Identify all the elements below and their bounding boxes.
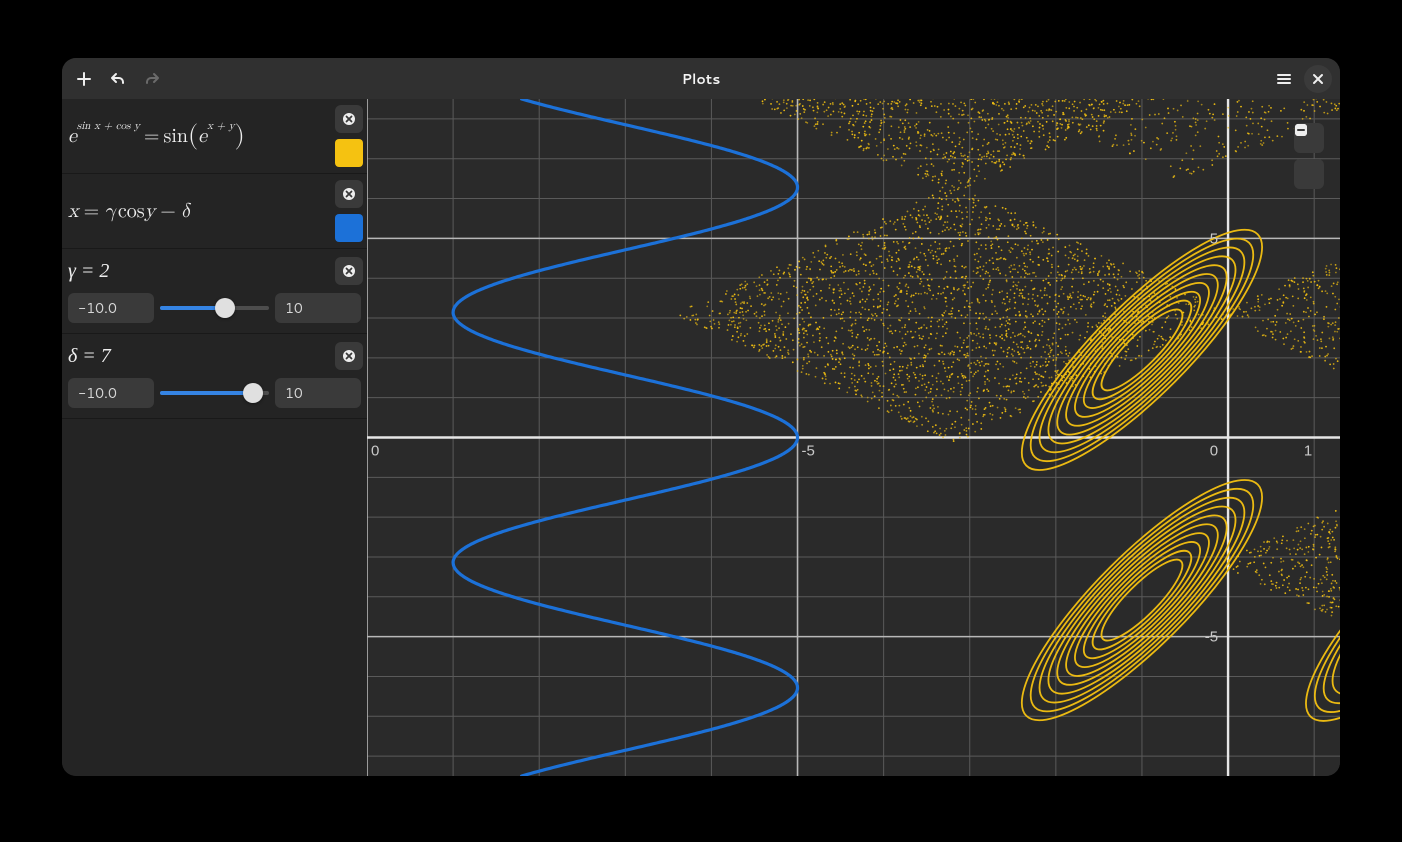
zoom-controls	[1294, 123, 1324, 189]
sidebar: esin x + cos y = sin(ex + y) x = γ cos y…	[62, 99, 367, 776]
slider-track[interactable]	[160, 296, 269, 320]
delete-slider-button[interactable]	[335, 342, 363, 370]
slider-max-input[interactable]: 10	[275, 378, 361, 408]
window-title: Plots	[62, 69, 1340, 89]
delete-equation-button[interactable]	[335, 105, 363, 133]
equation-display[interactable]: esin x + cos y = sin(ex + y)	[62, 99, 335, 173]
slider-row: γ = 2 -10.0 10	[62, 249, 367, 334]
slider-row: δ = 7 -10.0 10	[62, 334, 367, 419]
delete-slider-button[interactable]	[335, 257, 363, 285]
delete-equation-button[interactable]	[335, 180, 363, 208]
equation-row[interactable]: esin x + cos y = sin(ex + y)	[62, 99, 367, 174]
slider-track[interactable]	[160, 381, 269, 405]
menu-button[interactable]	[1270, 65, 1298, 93]
titlebar: Plots	[62, 58, 1340, 99]
slider-max-input[interactable]: 10	[275, 293, 361, 323]
color-swatch[interactable]	[335, 139, 363, 167]
redo-button[interactable]	[138, 65, 166, 93]
app-window: Plots esin x + cos y = sin(ex + y)	[62, 58, 1340, 776]
slider-label: γ = 2	[68, 260, 335, 283]
slider-min-input[interactable]: -10.0	[68, 293, 154, 323]
slider-min-input[interactable]: -10.0	[68, 378, 154, 408]
plot-canvas[interactable]: 5-50-501	[367, 99, 1340, 776]
add-button[interactable]	[70, 65, 98, 93]
slider-label: δ = 7	[68, 345, 335, 368]
zoom-out-button[interactable]	[1294, 159, 1324, 189]
undo-button[interactable]	[104, 65, 132, 93]
close-button[interactable]	[1304, 65, 1332, 93]
content-area: esin x + cos y = sin(ex + y) x = γ cos y…	[62, 99, 1340, 776]
color-swatch[interactable]	[335, 214, 363, 242]
equation-row[interactable]: x = γ cos y − δ	[62, 174, 367, 249]
equation-display[interactable]: x = γ cos y − δ	[62, 174, 335, 248]
